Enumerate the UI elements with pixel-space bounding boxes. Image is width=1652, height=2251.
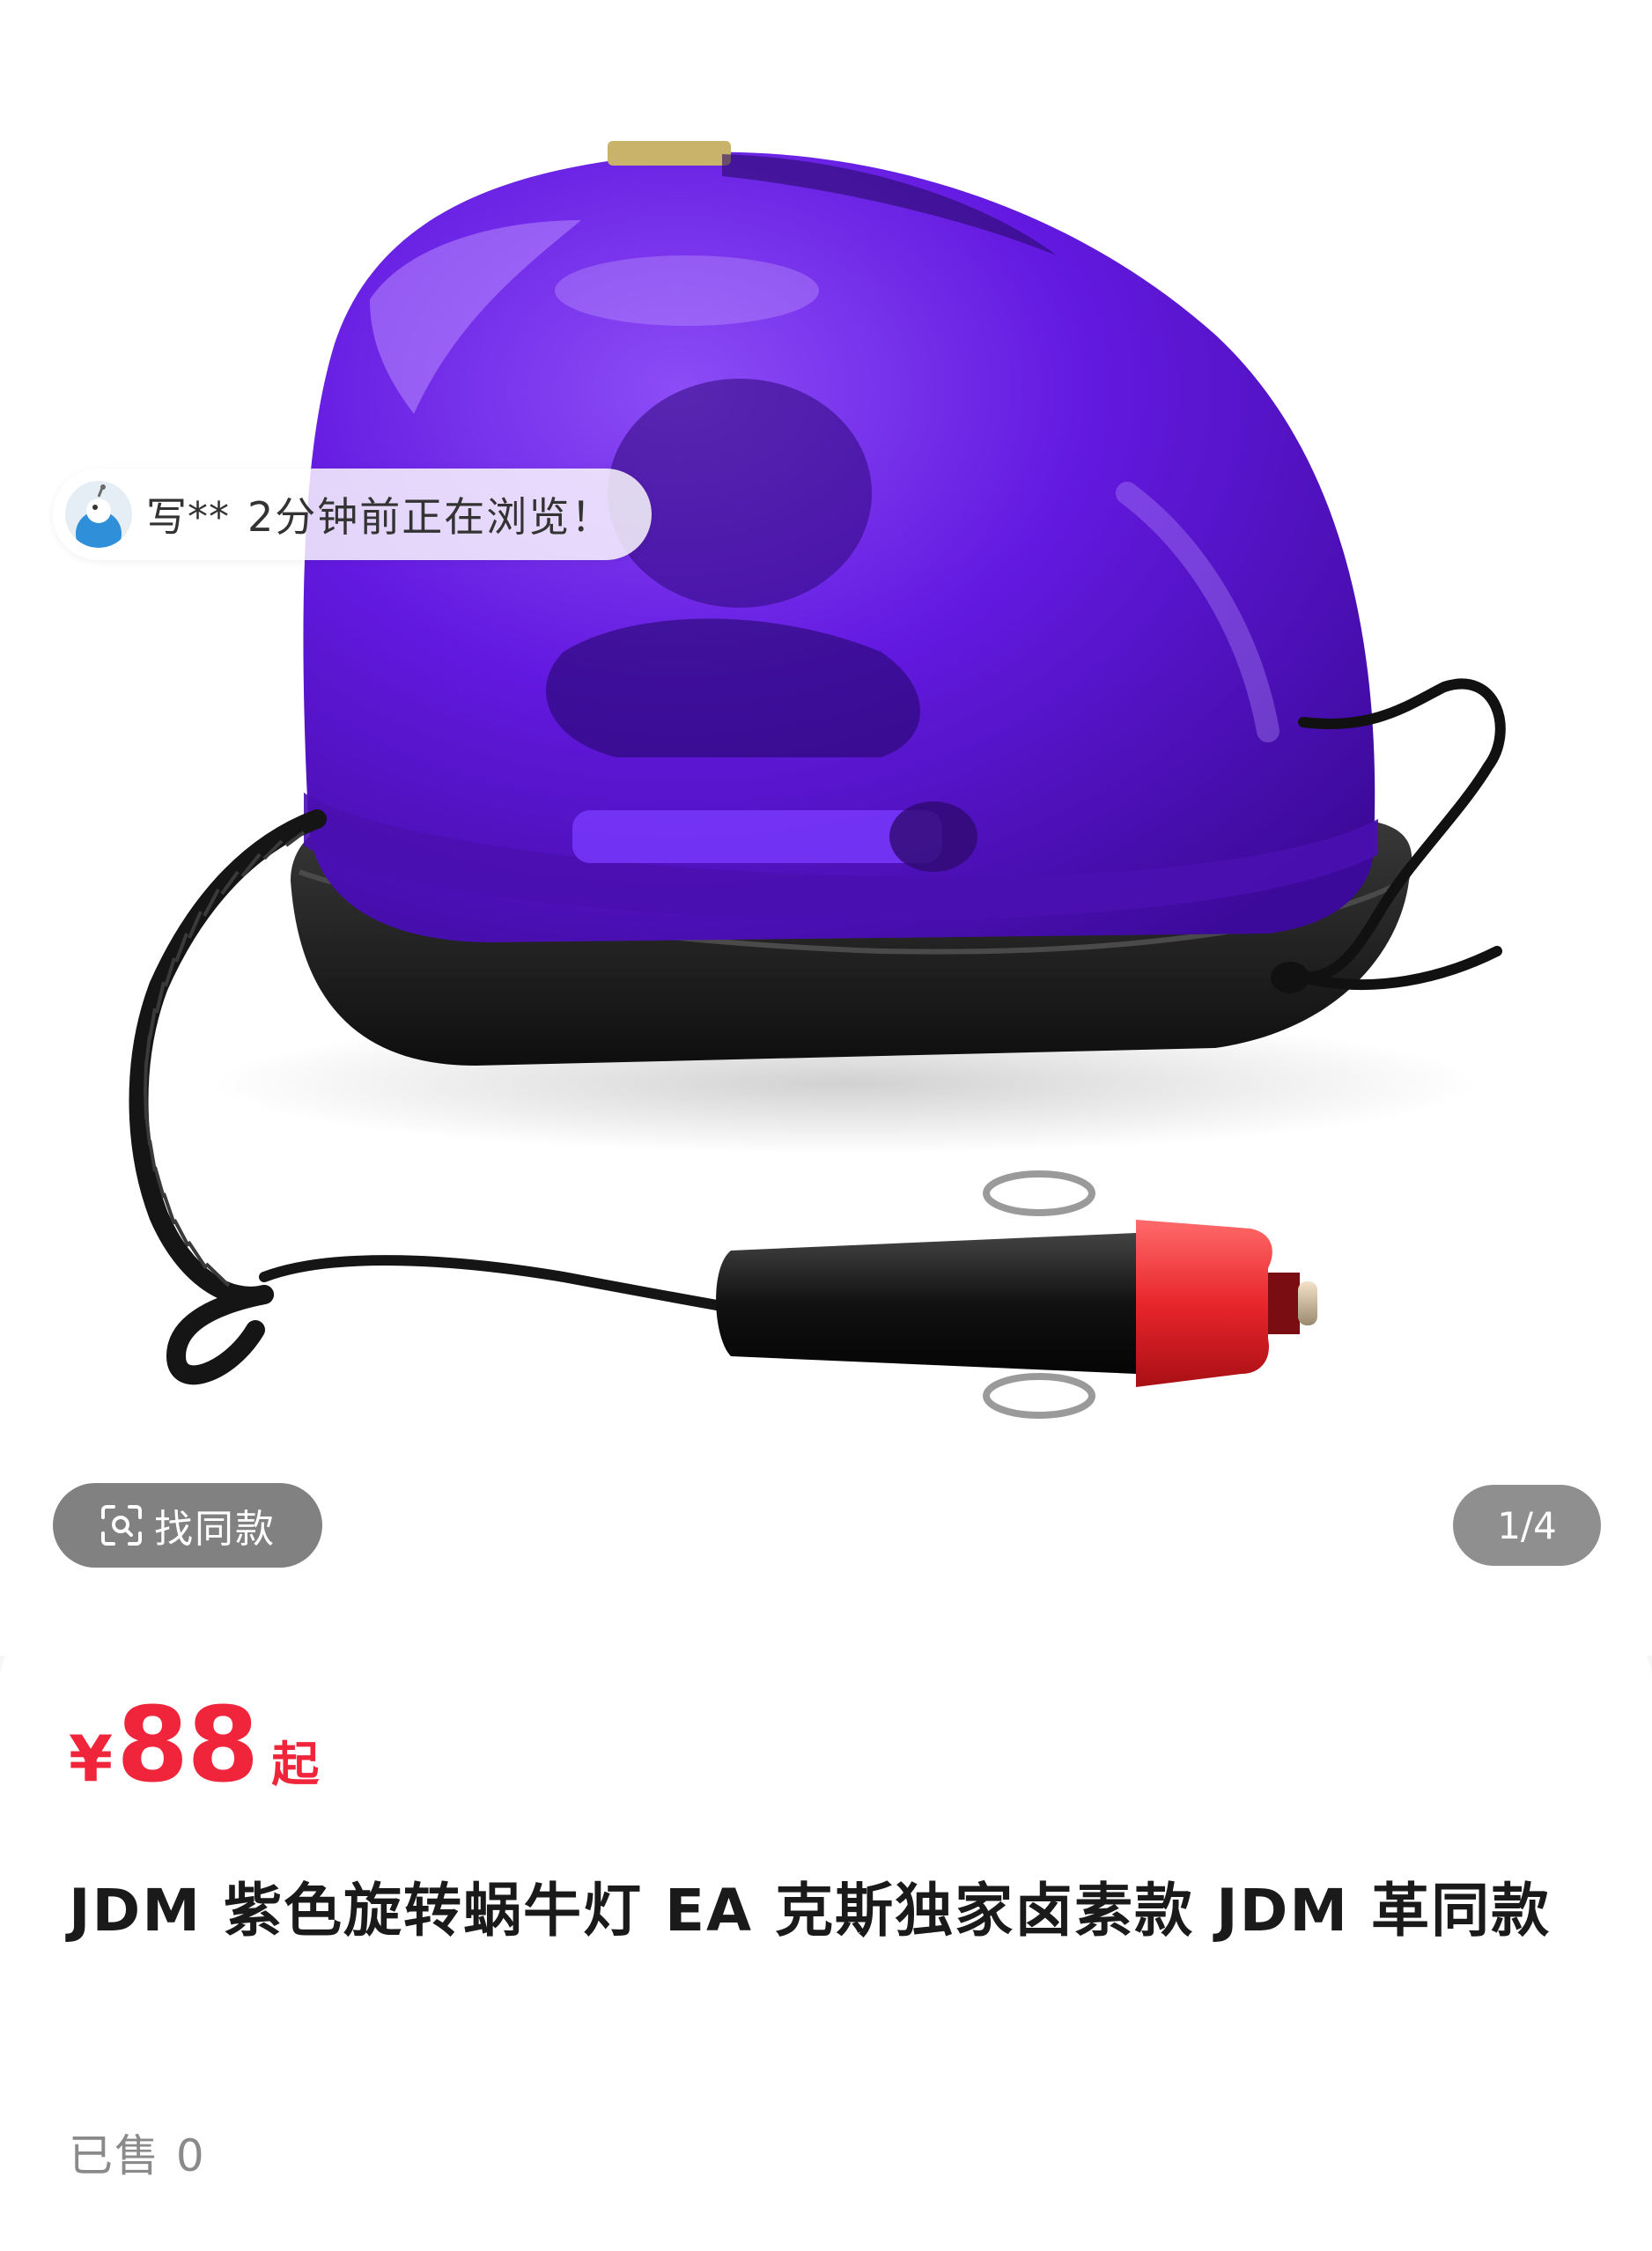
- product-info-card: ¥ 88 起 JDM 紫色旋转蜗牛灯 EA 克斯独家卤素款 JDM 革同款 已售…: [0, 1629, 1652, 2251]
- sold-count: 已售 0: [69, 2130, 206, 2181]
- find-similar-button[interactable]: 找同款: [53, 1483, 322, 1568]
- find-similar-label: 找同款: [154, 1507, 276, 1552]
- price-value: 88: [116, 1684, 259, 1805]
- price: ¥ 88 起: [69, 1684, 319, 1805]
- scan-search-icon: [100, 1503, 144, 1547]
- browsing-user: 写**: [146, 493, 230, 541]
- product-photo-rotating-snail-lamp: [129, 141, 1506, 1419]
- price-suffix: 起: [271, 1737, 320, 1792]
- browsing-text: 2分钟前正在浏览！: [247, 493, 614, 541]
- price-currency: ¥: [69, 1722, 114, 1796]
- product-title: JDM 紫色旋转蜗牛灯 EA 克斯独家卤素款 JDM 革同款: [69, 1877, 1552, 1945]
- product-image-gallery[interactable]: 写** 2分钟前正在浏览！ 找同款 1/4: [0, 0, 1652, 1656]
- image-counter: 1/4: [1453, 1485, 1601, 1566]
- browsing-notice: 写** 2分钟前正在浏览！: [53, 469, 653, 560]
- user-avatar: [65, 481, 132, 548]
